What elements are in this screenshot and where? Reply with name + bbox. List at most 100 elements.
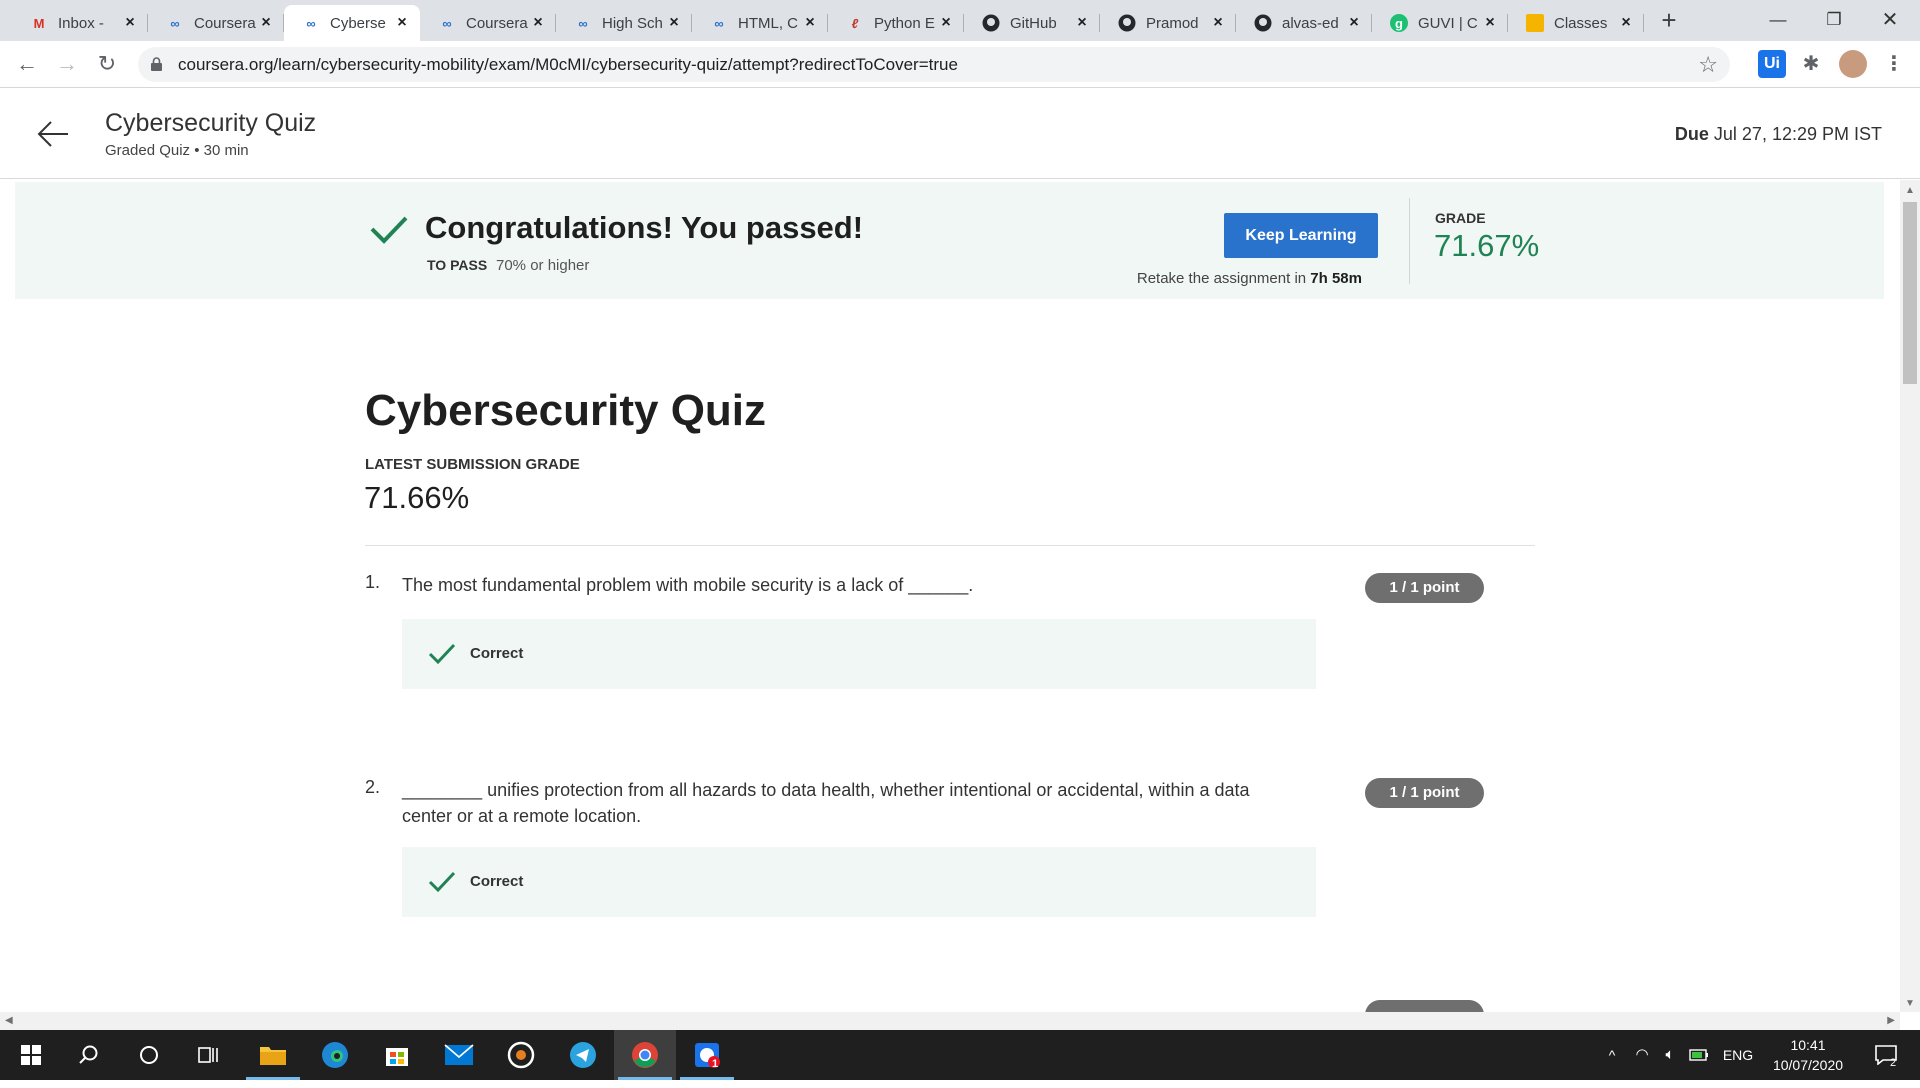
- back-arrow-icon[interactable]: [36, 119, 70, 149]
- browser-tab-coursera-2[interactable]: ∞ Coursera ×: [420, 5, 556, 41]
- cortana-icon[interactable]: [118, 1030, 180, 1080]
- notification-center-icon[interactable]: 2: [1866, 1030, 1906, 1080]
- keep-learning-button[interactable]: Keep Learning: [1224, 213, 1378, 258]
- github-icon: [1254, 14, 1272, 32]
- browser-tab-github[interactable]: GitHub ×: [964, 5, 1100, 41]
- browser-tab-coursera[interactable]: ∞ Coursera ×: [148, 5, 284, 41]
- close-icon[interactable]: ×: [1346, 14, 1362, 32]
- browser-menu-icon[interactable]: ⋮: [1880, 50, 1908, 78]
- tab-label: Cyberse: [330, 14, 386, 32]
- coursera-icon: ∞: [442, 15, 452, 31]
- search-icon[interactable]: [58, 1030, 120, 1080]
- chevron-up-icon[interactable]: ^: [1600, 1030, 1624, 1080]
- guvi-icon: g: [1390, 14, 1408, 32]
- tab-label: HTML, C: [738, 14, 798, 32]
- due-date: Due Jul 27, 12:29 PM IST: [1675, 124, 1882, 145]
- windows-start-icon[interactable]: [0, 1030, 62, 1080]
- due-value: Jul 27, 12:29 PM IST: [1713, 124, 1882, 144]
- question-text: ________ unifies protection from all haz…: [402, 780, 1250, 826]
- language-indicator[interactable]: ENG: [1718, 1030, 1758, 1080]
- browser-tab-pramod[interactable]: Pramod ×: [1100, 5, 1236, 41]
- mail-icon[interactable]: [428, 1030, 490, 1080]
- github-icon: [982, 14, 1000, 32]
- vertical-scrollbar[interactable]: ▲ ▼: [1900, 180, 1920, 1012]
- clock-time: 10:41: [1790, 1037, 1826, 1053]
- close-icon[interactable]: ×: [1210, 14, 1226, 32]
- tab-label: High Sch: [602, 14, 663, 32]
- file-explorer-icon[interactable]: [242, 1030, 304, 1080]
- scroll-down-icon[interactable]: ▼: [1905, 998, 1915, 1009]
- chrome-app-icon[interactable]: 1: [676, 1030, 738, 1080]
- edge-browser-icon[interactable]: [304, 1030, 366, 1080]
- close-icon[interactable]: ×: [1482, 14, 1498, 32]
- telegram-icon[interactable]: [552, 1030, 614, 1080]
- reload-icon[interactable]: ↻: [92, 49, 122, 79]
- new-tab-button[interactable]: +: [1655, 6, 1683, 34]
- system-clock[interactable]: 10:41 10/07/2020: [1768, 1035, 1848, 1075]
- extensions-puzzle-icon[interactable]: ✱: [1797, 50, 1825, 78]
- browser-tab-classes[interactable]: Classes ×: [1508, 5, 1644, 41]
- scrollbar-thumb[interactable]: [1903, 202, 1917, 384]
- profile-avatar[interactable]: [1839, 50, 1867, 78]
- task-view-icon[interactable]: [178, 1030, 240, 1080]
- notification-badge: 1: [712, 1058, 719, 1070]
- restore-icon[interactable]: ❐: [1809, 0, 1859, 40]
- close-icon[interactable]: ×: [802, 14, 818, 32]
- browser-toolbar: ← → ↻ coursera.org/learn/cybersecurity-m…: [0, 41, 1920, 88]
- scroll-right-icon[interactable]: ▶: [1887, 1015, 1895, 1026]
- wifi-icon[interactable]: ◠: [1630, 1030, 1654, 1080]
- scroll-left-icon[interactable]: ◀: [5, 1015, 13, 1026]
- tab-label: Classes: [1554, 14, 1608, 32]
- forward-arrow-icon[interactable]: →: [52, 49, 82, 79]
- close-icon[interactable]: ×: [394, 14, 410, 32]
- close-icon[interactable]: ×: [122, 14, 138, 32]
- close-icon[interactable]: ×: [258, 14, 274, 32]
- close-icon[interactable]: ×: [1074, 14, 1090, 32]
- media-player-icon[interactable]: [490, 1030, 552, 1080]
- back-arrow-icon[interactable]: ←: [12, 49, 42, 79]
- speaker-icon[interactable]: 🔈︎: [1658, 1030, 1682, 1080]
- retake-time: 7h 58m: [1310, 270, 1362, 287]
- coursera-icon: ∞: [170, 15, 180, 31]
- feedback-box: Correct: [402, 619, 1316, 689]
- close-icon[interactable]: ×: [938, 14, 954, 32]
- points-badge: 1 / 1 point: [1365, 778, 1484, 808]
- browser-tab-high-school[interactable]: ∞ High Sch ×: [556, 5, 692, 41]
- pass-message: Congratulations! You passed!: [425, 210, 864, 245]
- quiz-header: Cybersecurity Quiz Graded Quiz • 30 min …: [0, 89, 1920, 179]
- minimize-icon[interactable]: —: [1753, 0, 1803, 40]
- close-icon[interactable]: ×: [530, 14, 546, 32]
- window-close-icon[interactable]: ✕: [1865, 0, 1915, 40]
- points-badge: [1365, 1000, 1484, 1012]
- battery-icon[interactable]: [1686, 1030, 1712, 1080]
- latest-grade-value: 71.66%: [364, 480, 470, 515]
- close-icon[interactable]: ×: [1618, 14, 1634, 32]
- browser-tab-python[interactable]: ℓ Python E ×: [828, 5, 964, 41]
- tab-label: Inbox -: [58, 14, 104, 32]
- to-pass-label: TO PASS: [427, 257, 488, 273]
- feedback-box: Correct: [402, 847, 1316, 917]
- grade-value: 71.67%: [1434, 228, 1540, 263]
- tab-label: Python E: [874, 14, 935, 32]
- browser-tab-alvas[interactable]: alvas-ed ×: [1236, 5, 1372, 41]
- scroll-up-icon[interactable]: ▲: [1905, 185, 1915, 196]
- checkmark-icon: [370, 216, 408, 244]
- horizontal-scrollbar[interactable]: ◀ ▶: [0, 1012, 1900, 1030]
- browser-tab-html[interactable]: ∞ HTML, C ×: [692, 5, 828, 41]
- grade-label: GRADE: [1435, 210, 1486, 226]
- close-icon[interactable]: ×: [666, 14, 682, 32]
- browser-tab-cybersecurity[interactable]: ∞ Cyberse ×: [284, 5, 420, 41]
- browser-tab-gmail[interactable]: M Inbox - ×: [12, 5, 148, 41]
- retake-info: Retake the assignment in 7h 58m: [1137, 270, 1362, 287]
- chrome-icon[interactable]: [614, 1030, 676, 1080]
- divider: [1409, 198, 1410, 284]
- coursera-icon: ∞: [714, 15, 724, 31]
- quiz-results-content: Congratulations! You passed! TO PASS 70%…: [0, 180, 1900, 1012]
- browser-tab-guvi[interactable]: g GUVI | C ×: [1372, 5, 1508, 41]
- bookmark-star-icon[interactable]: ☆: [1698, 52, 1718, 78]
- points-badge: 1 / 1 point: [1365, 573, 1484, 603]
- address-bar[interactable]: coursera.org/learn/cybersecurity-mobilit…: [138, 47, 1730, 82]
- microsoft-store-icon[interactable]: [366, 1030, 428, 1080]
- uipath-extension-icon[interactable]: Ui: [1758, 50, 1786, 78]
- url-text[interactable]: coursera.org/learn/cybersecurity-mobilit…: [178, 55, 958, 75]
